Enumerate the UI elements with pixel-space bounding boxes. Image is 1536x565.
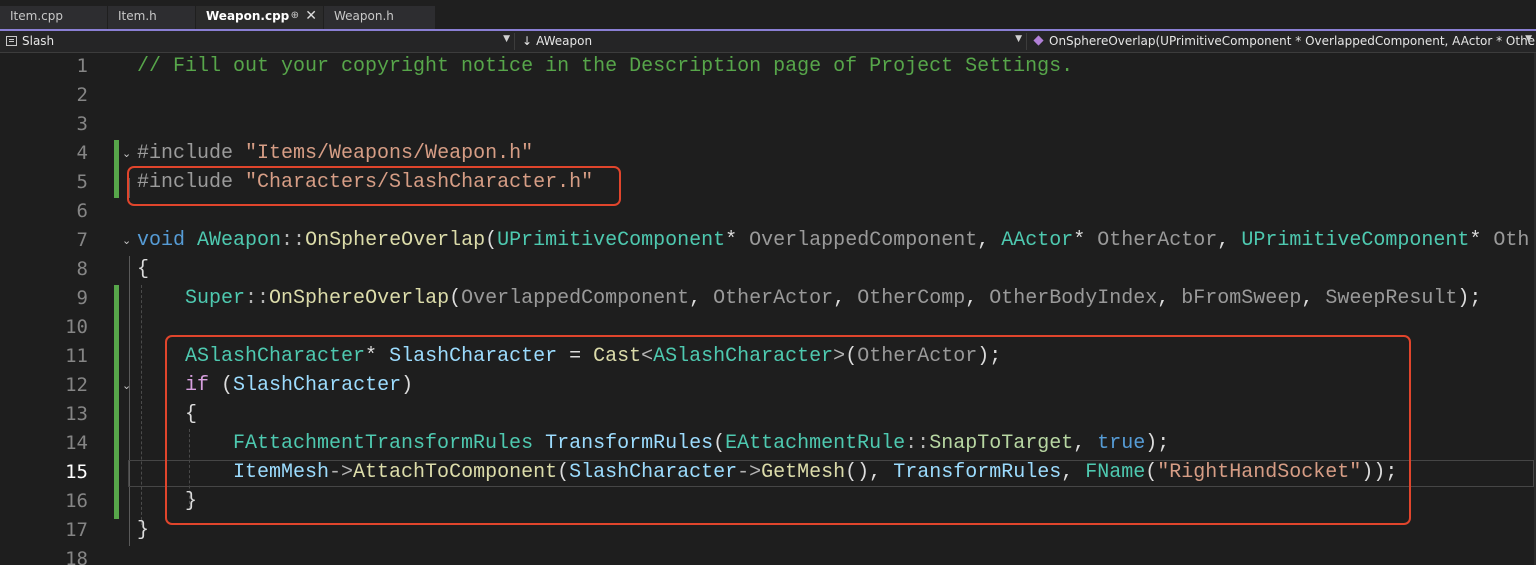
code-token: ,: [1157, 287, 1182, 310]
code-token: ,: [1217, 229, 1242, 252]
code-token: }: [137, 519, 150, 542]
line-number: 13: [65, 403, 88, 425]
code-token: );: [1457, 287, 1482, 310]
line-number: 16: [65, 490, 88, 512]
code-text: {: [137, 258, 149, 281]
line-number: 10: [65, 316, 88, 338]
code-token: OnSphereOverlap: [269, 287, 450, 310]
code-token: OtherBodyIndex: [989, 287, 1158, 310]
method-icon: [1033, 35, 1044, 46]
line-number: 11: [65, 345, 88, 367]
project-name: Slash: [22, 34, 55, 48]
highlight-box-include: [127, 166, 621, 206]
navigation-bar: Slash ▼ ↓ AWeapon ▼ OnSphereOverlap(UPrim…: [0, 31, 1536, 53]
code-text: void AWeapon::OnSphereOverlap(UPrimitive…: [137, 229, 1529, 252]
line-number: 14: [65, 432, 88, 454]
code-token: ,: [833, 287, 858, 310]
code-token: ,: [977, 229, 1002, 252]
code-token: AActor: [1001, 229, 1074, 252]
line-number: 8: [76, 258, 88, 280]
tab-weapon-h[interactable]: Weapon.h: [324, 6, 436, 29]
tab-item-cpp[interactable]: Item.cpp: [0, 6, 108, 29]
code-token: SweepResult: [1325, 287, 1458, 310]
divider: [1026, 33, 1027, 50]
tab-label: Item.cpp: [10, 9, 63, 23]
chevron-down-icon: ▼: [1015, 34, 1022, 44]
code-token: "Items/Weapons/Weapon.h": [245, 142, 534, 165]
code-token: ::: [245, 287, 270, 310]
code-token: {: [137, 258, 150, 281]
code-line[interactable]: 3: [0, 112, 1536, 141]
code-token: Oth: [1493, 229, 1530, 252]
line-number: 18: [65, 548, 88, 565]
code-token: UPrimitiveComponent: [497, 229, 726, 252]
line-number: 6: [76, 200, 88, 222]
code-token: AWeapon: [197, 229, 282, 252]
code-token: OtherComp: [857, 287, 966, 310]
code-line[interactable]: 2: [0, 83, 1536, 112]
code-line[interactable]: 7 void AWeapon::OnSphereOverlap(UPrimitiv…: [0, 228, 1536, 257]
tab-label: Weapon.cpp: [206, 9, 290, 23]
code-token: Super: [185, 287, 246, 310]
code-token: ,: [689, 287, 714, 310]
code-line[interactable]: 9 Super::OnSphereOverlap(OverlappedCompo…: [0, 286, 1536, 315]
code-token: *: [1073, 229, 1098, 252]
arrow-down-icon: ↓: [522, 34, 533, 48]
close-icon[interactable]: ✕: [305, 8, 317, 24]
tab-label: Item.h: [118, 9, 157, 23]
chevron-down-icon: ▼: [503, 34, 510, 44]
code-token: OtherActor: [713, 287, 834, 310]
code-token: ::: [281, 229, 306, 252]
highlight-box-attach-block: [165, 335, 1411, 525]
chevron-down-icon: ▼: [1525, 34, 1532, 44]
code-editor[interactable]: ⌄ ⌄ ⌄ 1// Fill out your copyright notice…: [0, 53, 1536, 565]
code-line[interactable]: 18: [0, 547, 1536, 565]
code-token: OnSphereOverlap: [305, 229, 486, 252]
line-number: 9: [76, 287, 88, 309]
code-text: Super::OnSphereOverlap(OverlappedCompone…: [137, 287, 1481, 310]
code-token: (: [449, 287, 462, 310]
code-token: UPrimitiveComponent: [1241, 229, 1470, 252]
code-token: OverlappedComponent: [461, 287, 690, 310]
code-token: ,: [965, 287, 990, 310]
code-token: OverlappedComponent: [749, 229, 978, 252]
tab-label: Weapon.h: [334, 9, 394, 23]
pin-icon[interactable]: ⊕: [291, 10, 299, 21]
code-text: #include "Items/Weapons/Weapon.h": [137, 142, 533, 165]
code-text: }: [137, 519, 149, 542]
code-token: *: [725, 229, 750, 252]
code-token: ,: [1301, 287, 1326, 310]
tab-item-h[interactable]: Item.h: [108, 6, 196, 29]
line-number: 4: [76, 142, 88, 164]
project-icon: [6, 36, 17, 46]
code-text: // Fill out your copyright notice in the…: [137, 55, 1073, 78]
code-token: *: [1469, 229, 1494, 252]
code-token: (: [485, 229, 498, 252]
line-number: 3: [76, 113, 88, 135]
code-token: bFromSweep: [1181, 287, 1302, 310]
code-token: OtherActor: [1097, 229, 1218, 252]
scope-dropdown[interactable]: ↓ AWeapon ▼: [516, 31, 1026, 52]
line-number: 12: [65, 374, 88, 396]
tab-weapon-cpp[interactable]: Weapon.cpp ⊕ ✕: [196, 6, 324, 29]
line-number: 5: [76, 171, 88, 193]
divider: [514, 33, 515, 50]
line-number: 15: [65, 461, 88, 483]
line-number: 1: [76, 55, 88, 77]
scope-name: AWeapon: [536, 34, 593, 48]
line-number: 2: [76, 84, 88, 106]
member-name: OnSphereOverlap(UPrimitiveComponent * Ov…: [1049, 34, 1536, 48]
code-token: // Fill out your copyright notice in the…: [137, 55, 1074, 78]
project-dropdown[interactable]: Slash ▼: [0, 31, 514, 52]
code-line[interactable]: 8{: [0, 257, 1536, 286]
code-token: void: [137, 229, 186, 252]
document-tab-strip: Item.cpp Item.h Weapon.cpp ⊕ ✕ Weapon.h: [0, 0, 1536, 31]
line-number: 7: [76, 229, 88, 251]
member-dropdown[interactable]: OnSphereOverlap(UPrimitiveComponent * Ov…: [1028, 31, 1536, 52]
line-number: 17: [65, 519, 88, 541]
code-token: #include: [137, 142, 246, 165]
code-line[interactable]: 1 // Fill out your copyright notice in th…: [0, 54, 1536, 83]
